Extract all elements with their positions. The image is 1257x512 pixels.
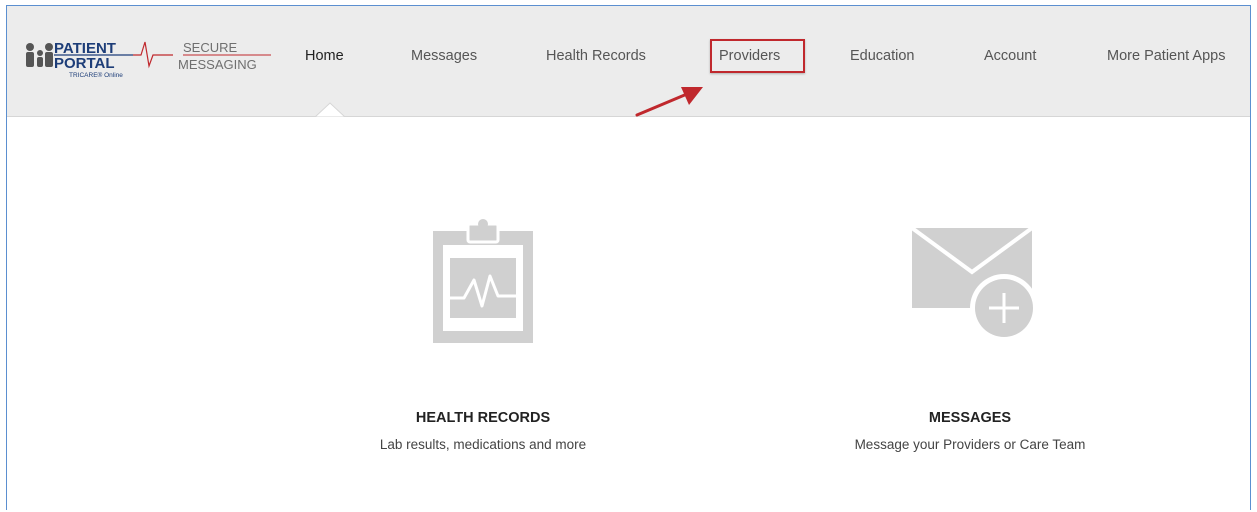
- nav-health-records[interactable]: Health Records: [546, 48, 646, 64]
- logo-graphic: PATIENT PORTAL TRICARE® Online SECURE ME…: [26, 40, 271, 79]
- heartbeat-line: [133, 41, 173, 69]
- annotation-arrow-icon: [635, 87, 703, 117]
- messages-card[interactable]: MESSAGES Message your Providers or Care …: [820, 218, 1120, 452]
- providers-highlight-box: [710, 39, 805, 73]
- top-navbar: PATIENT PORTAL TRICARE® Online SECURE ME…: [7, 6, 1250, 117]
- logo-subline: TRICARE® Online: [69, 71, 123, 79]
- active-tab-caret-icon: [315, 102, 345, 119]
- nav-account[interactable]: Account: [984, 48, 1036, 64]
- clipboard-heartbeat-icon: [433, 219, 533, 343]
- health-records-subtitle: Lab results, medications and more: [379, 437, 587, 452]
- messages-title: MESSAGES: [928, 410, 1012, 426]
- nav-home[interactable]: Home: [305, 48, 344, 64]
- nav-messages[interactable]: Messages: [411, 48, 477, 64]
- nav-education[interactable]: Education: [850, 48, 915, 64]
- logo-secure: SECURE: [183, 40, 238, 55]
- health-records-card[interactable]: HEALTH RECORDS Lab results, medications …: [363, 218, 603, 452]
- envelope-plus-icon: [910, 226, 1038, 342]
- health-records-title: HEALTH RECORDS: [415, 410, 551, 426]
- logo-messaging: MESSAGING: [178, 57, 257, 72]
- messages-subtitle: Message your Providers or Care Team: [854, 437, 1086, 452]
- patient-portal-logo[interactable]: PATIENT PORTAL TRICARE® Online SECURE ME…: [23, 34, 271, 84]
- browser-frame: PATIENT PORTAL TRICARE® Online SECURE ME…: [6, 5, 1251, 510]
- logo-line2: PORTAL: [54, 55, 115, 72]
- family-icon: [26, 43, 53, 67]
- nav-more-patient-apps[interactable]: More Patient Apps: [1107, 48, 1226, 64]
